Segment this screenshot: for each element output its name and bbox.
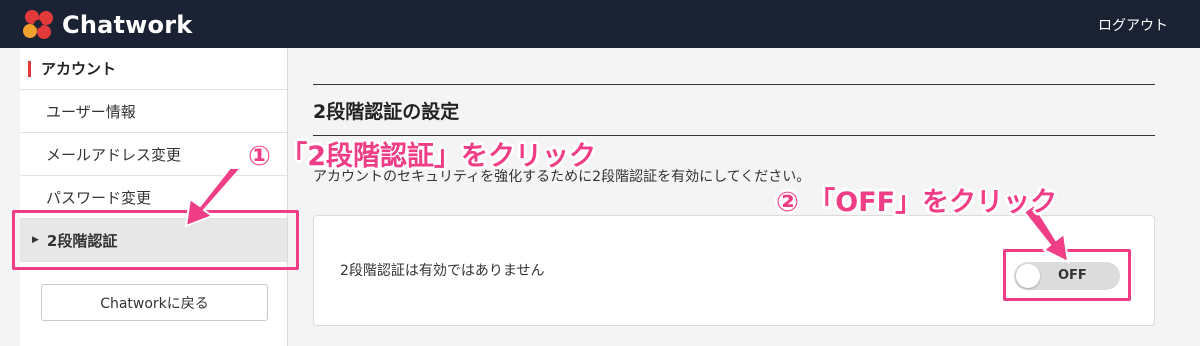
sidebar-item-label: メールアドレス変更 — [46, 145, 182, 164]
page-title: 2段階認証の設定 — [313, 101, 460, 123]
section-accent-bar — [28, 60, 31, 77]
annotation-step2: ② 「OFF」をクリック — [776, 187, 1058, 218]
settings-main: 2段階認証の設定 アカウントのセキュリティを強化するために2段階認証を有効にして… — [289, 48, 1200, 346]
divider — [313, 84, 1155, 85]
brand-name: Chatwork — [62, 11, 193, 39]
sidebar-item-email-change[interactable]: メールアドレス変更 — [20, 133, 287, 176]
highlight-box-two-factor — [12, 210, 299, 270]
sidebar-item-label: ユーザー情報 — [46, 102, 136, 121]
sidebar-section-title: アカウント — [41, 60, 117, 78]
two-factor-status: 2段階認証は有効ではありません — [340, 263, 545, 279]
chatwork-logo-icon — [20, 8, 58, 42]
account-sidebar: アカウント ユーザー情報 メールアドレス変更 パスワード変更 ▶ 2段階認証 C… — [20, 48, 288, 346]
sidebar-section-account: アカウント — [20, 48, 287, 90]
highlight-box-toggle — [1003, 249, 1131, 301]
back-to-chatwork-button[interactable]: Chatworkに戻る — [41, 284, 268, 321]
sidebar-item-user-info[interactable]: ユーザー情報 — [20, 90, 287, 133]
sidebar-item-label: パスワード変更 — [46, 188, 152, 207]
logout-link[interactable]: ログアウト — [1098, 15, 1168, 35]
annotation-step1: ① 「2段階認証」をクリック — [248, 141, 597, 172]
app-header: Chatwork ログアウト — [0, 0, 1200, 48]
chatwork-logo[interactable]: Chatwork — [20, 8, 192, 42]
